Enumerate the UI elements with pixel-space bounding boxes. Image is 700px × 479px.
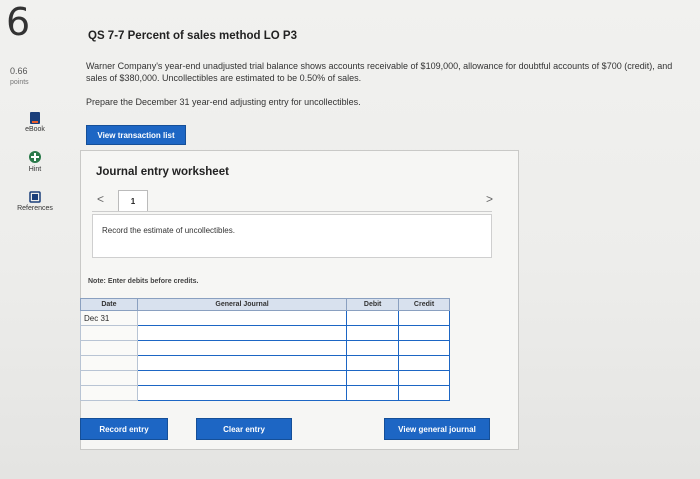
account-input[interactable]: [136, 370, 348, 386]
sidebar-item-ebook[interactable]: eBook: [0, 112, 70, 133]
debit-input[interactable]: [346, 325, 400, 341]
credit-input[interactable]: [398, 325, 450, 341]
credit-input[interactable]: [398, 340, 450, 356]
account-input[interactable]: [136, 355, 348, 371]
debit-input[interactable]: [346, 340, 400, 356]
question-number: 6: [6, 0, 31, 44]
worksheet-instruction: Record the estimate of uncollectibles.: [102, 226, 235, 235]
sidebar-item-label: Hint: [28, 166, 42, 173]
table-row: [80, 355, 450, 371]
account-input[interactable]: [136, 385, 348, 401]
question-points: 0.66 points: [10, 66, 29, 88]
header-general-journal: General Journal: [136, 298, 348, 311]
credit-input[interactable]: [398, 370, 450, 386]
table-row: [80, 370, 450, 386]
entry-note: Note: Enter debits before credits.: [88, 278, 199, 285]
table-row: [80, 385, 450, 401]
references-icon: [29, 191, 41, 203]
table-row: [80, 325, 450, 341]
question-title: QS 7-7 Percent of sales method LO P3: [88, 30, 297, 42]
date-cell: [80, 370, 138, 386]
question-text: Warner Company's year-end unadjusted tri…: [86, 61, 673, 83]
debit-input[interactable]: [346, 385, 400, 401]
hint-icon: [29, 151, 41, 163]
next-arrow-icon[interactable]: >: [486, 192, 493, 206]
journal-table: Date General Journal Debit Credit Dec 31: [80, 298, 450, 401]
date-cell: [80, 340, 138, 356]
worksheet-tab-1[interactable]: 1: [118, 190, 148, 212]
debit-input[interactable]: [346, 355, 400, 371]
date-cell: [80, 325, 138, 341]
book-icon: [30, 112, 40, 124]
sidebar-item-label: eBook: [25, 126, 45, 133]
header-credit: Credit: [398, 298, 450, 311]
worksheet-title: Journal entry worksheet: [96, 166, 229, 178]
header-debit: Debit: [346, 298, 400, 311]
prev-arrow-icon[interactable]: <: [97, 192, 104, 206]
date-cell: [80, 385, 138, 401]
header-date: Date: [80, 298, 138, 311]
question-instruction: Prepare the December 31 year-end adjusti…: [86, 97, 361, 107]
points-value: 0.66: [10, 66, 28, 76]
date-cell: [80, 355, 138, 371]
points-label: points: [10, 79, 29, 86]
sidebar-item-label: References: [17, 205, 53, 212]
view-transaction-list-button[interactable]: View transaction list: [86, 125, 186, 145]
sidebar-item-hint[interactable]: Hint: [0, 150, 70, 173]
view-general-journal-button[interactable]: View general journal: [384, 418, 490, 440]
account-input[interactable]: [136, 310, 348, 326]
debit-input[interactable]: [346, 310, 400, 326]
credit-input[interactable]: [398, 355, 450, 371]
record-entry-button[interactable]: Record entry: [80, 418, 168, 440]
credit-input[interactable]: [398, 310, 450, 326]
credit-input[interactable]: [398, 385, 450, 401]
date-cell[interactable]: Dec 31: [80, 310, 138, 326]
account-input[interactable]: [136, 340, 348, 356]
account-input[interactable]: [136, 325, 348, 341]
table-row: Dec 31: [80, 310, 450, 326]
instruction-box: [92, 214, 492, 258]
sidebar-item-references[interactable]: References: [0, 191, 70, 212]
debit-input[interactable]: [346, 370, 400, 386]
table-row: [80, 340, 450, 356]
tab-divider: [92, 211, 492, 212]
clear-entry-button[interactable]: Clear entry: [196, 418, 292, 440]
